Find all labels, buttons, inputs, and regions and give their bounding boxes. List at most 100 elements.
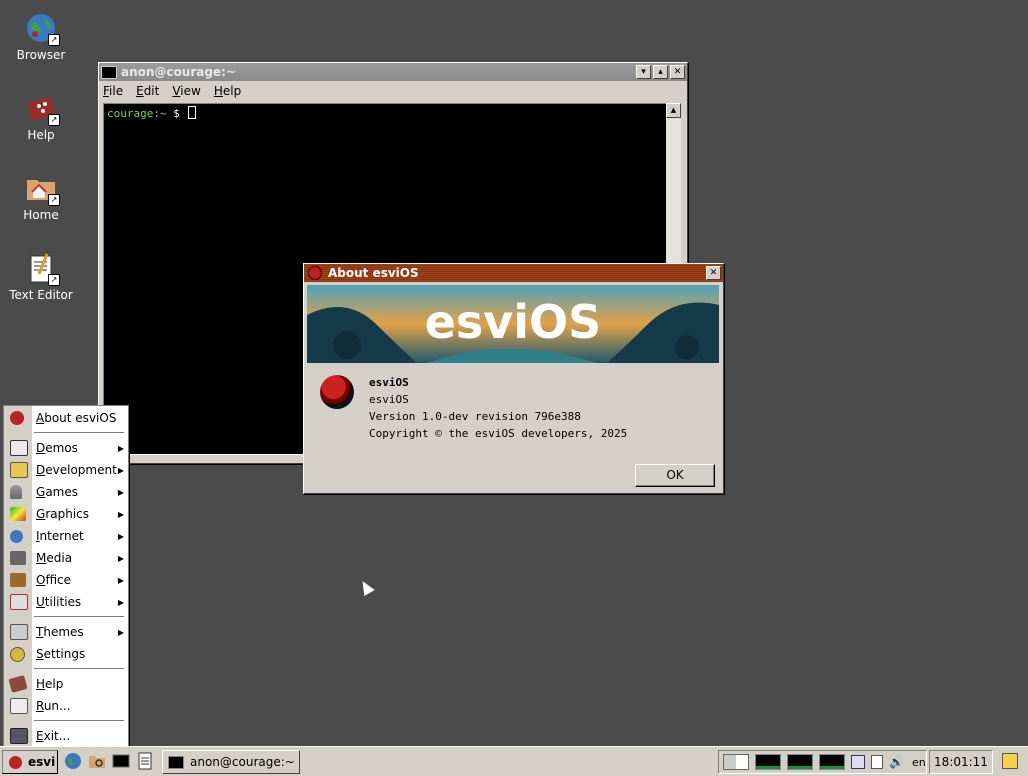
quicklaunch-terminal-icon[interactable] [112,752,130,770]
quicklaunch-text-editor-icon[interactable] [136,752,154,770]
copyright-text: Copyright © the esviOS developers, 2025 [369,427,628,440]
menu-view[interactable]: View [172,84,200,98]
menu-separator [34,616,124,618]
esvi-logo-large-icon [320,375,354,409]
menu-item-label: Games [36,485,78,499]
menu-item-label: Media [36,551,73,565]
desktop-icon-label: Text Editor [9,288,73,302]
quicklaunch-browser-icon[interactable] [64,752,82,770]
mouse-pointer-icon [357,577,375,597]
prompt-host: courage:~ [107,107,167,120]
product-name: esviOS [369,376,409,389]
menu-item-about[interactable]: About esviOS [4,407,128,429]
utilities-icon [10,594,28,610]
network-graph-icon[interactable] [819,754,845,770]
start-menu[interactable]: About esviOS Demos ▶ Development ▶ Games… [3,405,129,747]
menu-edit[interactable]: Edit [136,84,159,98]
menu-item-themes[interactable]: Themes ▶ [4,621,128,643]
home-folder-icon: ↗ [25,172,60,206]
terminal-titlebar[interactable]: anon@courage:~ ▾ ▴ ✕ [99,63,687,81]
close-button[interactable]: ✕ [706,266,721,280]
help-book-icon [8,675,28,693]
memory-graph-icon[interactable] [787,754,813,770]
graphics-icon [10,507,26,521]
about-title: About esviOS [328,266,419,280]
submenu-arrow-icon: ▶ [117,487,124,497]
submenu-arrow-icon: ▶ [117,531,124,541]
menu-item-graphics[interactable]: Graphics ▶ [4,503,128,525]
submenu-arrow-icon: ▶ [117,575,124,585]
menu-item-label: Utilities [36,595,82,609]
menu-item-office[interactable]: Office ▶ [4,569,128,591]
menu-item-label: Run... [36,699,71,713]
text-cursor [188,106,197,119]
menu-item-utilities[interactable]: Utilities ▶ [4,591,128,613]
menu-item-development[interactable]: Development ▶ [4,459,128,481]
task-label: anon@courage:~ [190,755,295,769]
desktop-icon-label: Browser [16,48,66,62]
submenu-arrow-icon: ▶ [117,597,124,607]
about-info: esviOS esviOS Version 1.0-dev revision 7… [369,374,627,442]
menu-item-demos[interactable]: Demos ▶ [4,437,128,459]
notifications-icon[interactable] [1002,753,1018,769]
desktop-icon-help[interactable]: ↗ Help [4,92,78,142]
taskbar: esvi anon@courage:~ 🔊 en 18:01:11 [0,746,1028,776]
menu-file[interactable]: File [103,84,123,98]
computer-icon [10,728,28,744]
about-dialog[interactable]: About esviOS ✕ esviOS esviOS esviOS Vers… [303,263,724,494]
menu-item-label: About esviOS [36,411,117,425]
menu-item-games[interactable]: Games ▶ [4,481,128,503]
menu-item-label: Help [36,677,64,691]
workspace-switcher-icon[interactable] [723,754,749,770]
desktop-icon-text-editor[interactable]: ↗ Text Editor [4,252,78,302]
demos-icon [10,440,28,456]
volume-icon[interactable]: 🔊 [889,755,904,769]
menu-item-run[interactable]: Run... [4,695,128,717]
scroll-up-arrow-icon[interactable]: ▲ [666,103,681,118]
globe-icon [10,529,23,543]
start-button[interactable]: esvi [2,750,58,774]
network-icon[interactable] [851,755,865,769]
cpu-graph-icon[interactable] [755,754,781,770]
product-subtitle: esviOS [369,393,409,406]
submenu-arrow-icon: ▶ [117,443,124,453]
terminal-title: anon@courage:~ [121,65,236,79]
menu-item-media[interactable]: Media ▶ [4,547,128,569]
text-editor-icon: ↗ [25,252,60,286]
minimize-button[interactable]: ▾ [636,65,651,79]
prompt-symbol: $ [166,107,187,120]
clipboard-icon[interactable] [871,755,883,769]
keyboard-layout[interactable]: en [912,756,926,769]
media-icon [10,551,26,565]
terminal-icon [101,65,117,79]
menu-item-label: Graphics [36,507,90,521]
menu-item-settings[interactable]: Settings [4,643,128,665]
terminal-menubar: File Edit View Help [99,81,687,101]
submenu-arrow-icon: ▶ [117,553,124,563]
themes-icon [10,624,28,640]
joystick-icon [10,485,22,499]
menu-item-label: Development [36,463,117,477]
menu-item-internet[interactable]: Internet ▶ [4,525,128,547]
maximize-button[interactable]: ▴ [653,65,668,79]
menu-item-help[interactable]: Help [4,673,128,695]
close-button[interactable]: ✕ [670,65,685,79]
esvi-logo-icon [308,266,322,280]
menu-item-label: Internet [36,529,84,543]
submenu-arrow-icon: ▶ [117,627,124,637]
desktop-icon-label: Home [23,208,59,222]
submenu-arrow-icon: ▶ [117,509,124,519]
menu-item-exit[interactable]: Exit... [4,725,128,747]
help-book-icon: ↗ [25,92,60,126]
about-titlebar[interactable]: About esviOS ✕ [304,264,723,282]
desktop-icon-home[interactable]: ↗ Home [4,172,78,222]
taskbar-button-terminal[interactable]: anon@courage:~ [162,750,300,774]
menu-separator [34,668,124,670]
system-tray: 🔊 en [718,750,927,774]
globe-icon: ↗ [25,12,60,46]
menu-help[interactable]: Help [214,84,241,98]
clock[interactable]: 18:01:11 [929,750,993,774]
ok-button[interactable]: OK [635,464,715,487]
quicklaunch-files-icon[interactable] [88,752,106,770]
desktop-icon-browser[interactable]: ↗ Browser [4,12,78,62]
